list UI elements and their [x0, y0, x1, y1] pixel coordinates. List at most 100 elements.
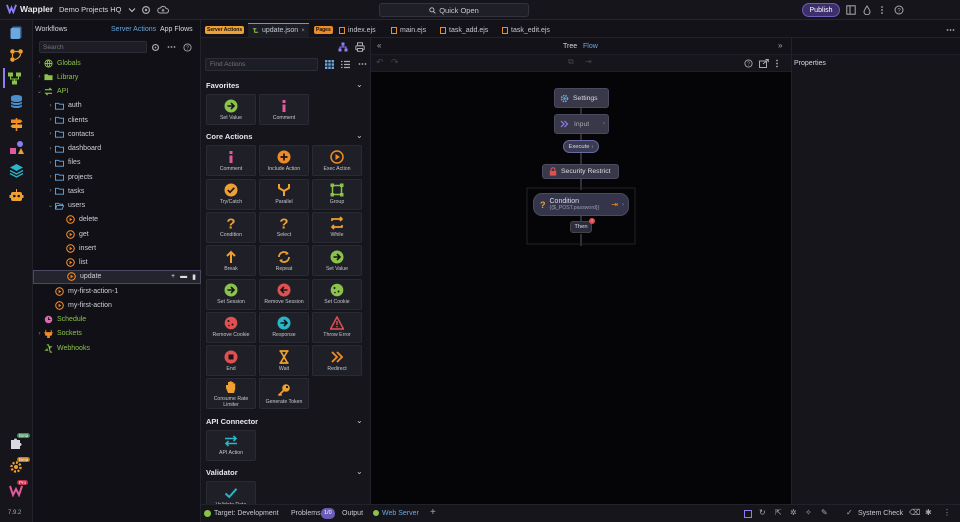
target-selector[interactable]: Target: Development — [214, 510, 279, 517]
group-title-favorites[interactable]: Favorites — [206, 81, 239, 90]
chevron-down-icon[interactable]: ⌄ — [356, 131, 363, 140]
action-tile-redirect[interactable]: Redirect — [312, 345, 362, 377]
tree-item-files[interactable]: › files — [33, 156, 201, 170]
chevron-right-icon[interactable]: › — [46, 103, 55, 109]
quick-open-search[interactable]: Quick Open — [379, 3, 529, 17]
action-tile-condition[interactable]: ? Condition — [206, 211, 256, 243]
chevron-right-icon[interactable]: › — [35, 331, 44, 337]
action-tile-remove-session[interactable]: Remove Session — [259, 278, 309, 310]
tree-item-sockets[interactable]: › Sockets — [33, 327, 201, 341]
system-check-button[interactable]: System Check — [858, 510, 903, 517]
action-tile-set-cookie[interactable]: Set Cookie — [312, 278, 362, 310]
rail-layers[interactable] — [6, 160, 26, 180]
help-icon[interactable]: ? — [894, 5, 904, 15]
chevron-right-icon[interactable]: › — [35, 74, 44, 80]
tree-item-dashboard[interactable]: › dashboard — [33, 142, 201, 156]
help-icon[interactable]: ? — [183, 43, 192, 52]
folder-icon[interactable]: ▬ — [180, 273, 187, 281]
drop-icon[interactable] — [863, 5, 871, 15]
group-title-core-actions[interactable]: Core Actions — [206, 132, 252, 141]
action-tile-consume-rate-limiter[interactable]: Consume Rate Limiter — [206, 378, 256, 410]
action-tile-set-value[interactable]: Set Value — [206, 94, 256, 125]
action-tile-comment[interactable]: Comment — [259, 94, 309, 125]
tree-item-my-first-action-1[interactable]: my-first-action-1 — [33, 284, 201, 298]
rail-pro[interactable]: Pro — [6, 480, 29, 500]
action-tile-response[interactable]: Response — [259, 311, 309, 343]
tree-item-contacts[interactable]: › contacts — [33, 127, 201, 141]
rail-database[interactable] — [6, 91, 26, 111]
tree-item-globals[interactable]: › Globals — [33, 56, 201, 70]
chevron-down-icon[interactable]: ⌄ — [35, 88, 44, 95]
chevron-down-icon[interactable]: ⌄ — [356, 467, 363, 476]
rail-extensions[interactable]: Beta — [6, 433, 31, 453]
action-tile-throw-error[interactable]: Throw Error — [312, 311, 362, 343]
action-tile-while[interactable]: While — [312, 211, 362, 243]
open-external-icon[interactable]: ⇱ — [775, 508, 782, 517]
more-horizontal-icon[interactable] — [946, 28, 955, 32]
action-tile-wait[interactable]: Wait — [259, 345, 309, 377]
tab-index-ejs[interactable]: index.ejs — [339, 23, 376, 37]
add-icon[interactable]: + — [430, 507, 436, 518]
tree-item-list[interactable]: list — [33, 256, 201, 270]
grid-view-icon[interactable] — [325, 60, 334, 69]
tree-item-delete[interactable]: delete — [33, 213, 201, 227]
chevron-down-icon[interactable]: ⌄ — [46, 202, 55, 209]
action-tile-exec-action[interactable]: Exec Action — [312, 145, 362, 177]
input-node[interactable]: Input › — [554, 114, 609, 134]
trash-icon[interactable]: ▮ — [192, 273, 196, 281]
find-actions-input[interactable] — [205, 58, 318, 71]
tab-task-add-ejs[interactable]: task_add.ejs — [440, 23, 488, 37]
tree-item-tasks[interactable]: › tasks — [33, 184, 201, 198]
tree-item-insert[interactable]: insert — [33, 241, 201, 255]
tree-item-get[interactable]: get — [33, 227, 201, 241]
settings-node[interactable]: Settings — [554, 88, 609, 108]
security-restrict-node[interactable]: Security Restrict — [542, 164, 619, 179]
chevron-right-icon[interactable]: › — [35, 60, 44, 66]
gear-icon[interactable] — [141, 5, 151, 15]
close-icon[interactable]: × — [301, 28, 305, 34]
rail-workflows[interactable] — [6, 45, 26, 65]
bug-icon[interactable]: ✱ — [925, 508, 932, 517]
tree-item-users[interactable]: ⌄ users — [33, 199, 201, 213]
rail-routing[interactable] — [6, 114, 26, 134]
tab-task-edit-ejs[interactable]: task_edit.ejs — [502, 23, 550, 37]
add-icon[interactable]: + — [171, 273, 175, 281]
tree-item-webhooks[interactable]: Webhooks — [33, 341, 201, 355]
tree-item-auth[interactable]: › auth — [33, 99, 201, 113]
group-title-api-connector[interactable]: API Connector — [206, 417, 258, 426]
chevron-right-icon[interactable]: › — [46, 131, 55, 137]
action-tile-select[interactable]: ? Select — [259, 211, 309, 243]
publish-button[interactable]: Publish — [802, 3, 840, 17]
gear-icon[interactable] — [151, 43, 160, 52]
tree-item-projects[interactable]: › projects — [33, 170, 201, 184]
project-selector[interactable]: Demo Projects HQ — [59, 5, 136, 14]
more-vertical-icon[interactable] — [879, 5, 885, 15]
action-tile-api-action[interactable]: API Action — [206, 429, 256, 461]
web-server-tab[interactable]: Web Server — [382, 510, 419, 517]
chevron-right-icon[interactable]: › — [46, 117, 55, 123]
chevron-right-icon[interactable]: › — [46, 188, 55, 194]
output-tab[interactable]: Output — [342, 510, 363, 517]
tree-item-api[interactable]: ⌄ API — [33, 85, 201, 99]
chevron-right-icon[interactable]: › — [46, 174, 55, 180]
rail-pages[interactable] — [6, 22, 26, 42]
rail-settings[interactable]: Beta — [6, 457, 31, 477]
tools-icon[interactable]: ✲ — [790, 508, 797, 517]
tree-item-update[interactable]: update + ▬ ▮ — [33, 269, 201, 284]
chevron-down-icon[interactable]: ⌄ — [356, 80, 363, 89]
action-tile-parallel[interactable]: Parallel — [259, 178, 309, 210]
action-tile-include-action[interactable]: Include Action — [259, 145, 309, 177]
chevron-down-icon[interactable]: ⌄ — [356, 416, 363, 425]
flow-canvas[interactable]: « Tree Flow » ↶ ↷ ⧉ ⇥ ? Settings Input ›… — [371, 38, 791, 504]
more-horizontal-icon[interactable] — [167, 45, 176, 49]
layout-icon[interactable] — [846, 5, 856, 15]
condition-node[interactable]: ? Condition {{$_POST.password}} ⇥ › — [533, 193, 629, 216]
list-view-icon[interactable] — [341, 60, 350, 69]
flow-structure-icon[interactable] — [338, 42, 348, 52]
action-tile-group[interactable]: Group — [312, 178, 362, 210]
magic-wand-icon[interactable]: ✧ — [805, 508, 812, 517]
tree-item-library[interactable]: › Library — [33, 70, 201, 84]
tab-main-ejs[interactable]: main.ejs — [391, 23, 426, 37]
action-tile-try-catch[interactable]: Try/Catch — [206, 178, 256, 210]
more-horizontal-icon[interactable] — [358, 62, 367, 66]
